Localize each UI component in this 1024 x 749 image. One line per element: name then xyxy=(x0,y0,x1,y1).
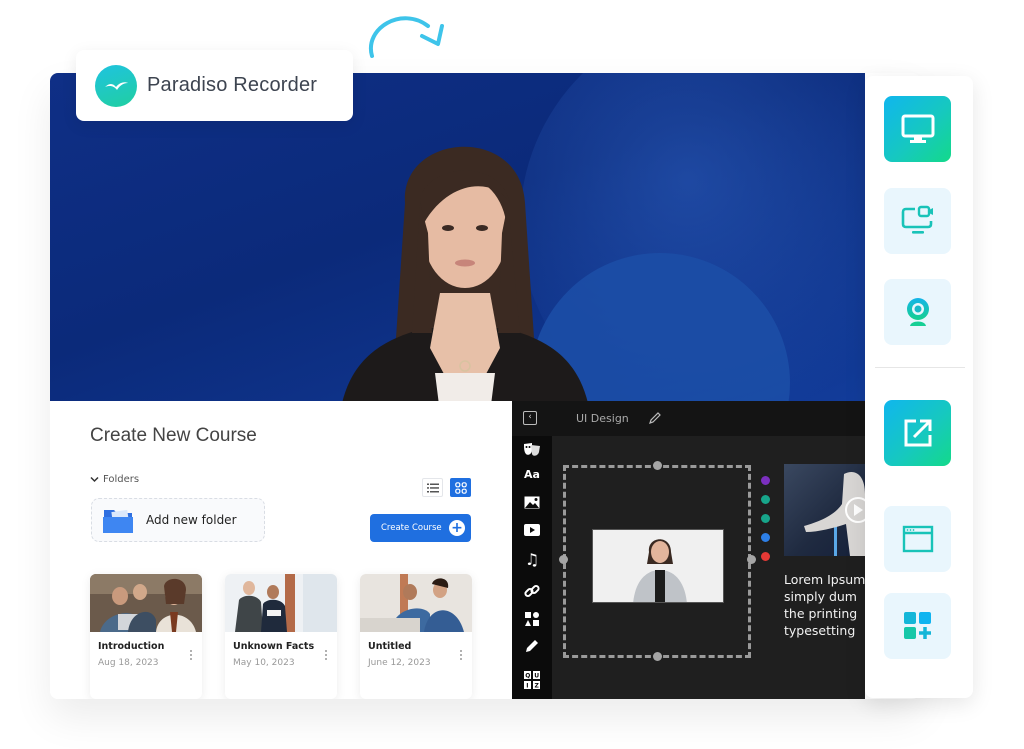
quiz-icon[interactable]: QUIZ xyxy=(521,670,543,690)
grid-icon xyxy=(454,481,467,494)
editor-toolbar: Aa ♫ QUIZ xyxy=(512,436,552,699)
app-logo-card: Paradiso Recorder xyxy=(76,50,353,121)
delete-action-icon[interactable] xyxy=(761,552,770,561)
resize-handle[interactable] xyxy=(747,555,756,564)
toolbar-divider xyxy=(875,367,965,368)
svg-text:U: U xyxy=(534,672,539,679)
text-line: typesetting xyxy=(784,623,856,638)
list-view-button[interactable] xyxy=(422,478,443,497)
folders-label: Folders xyxy=(103,474,140,485)
document-title[interactable]: UI Design xyxy=(576,412,629,425)
grid-view-button[interactable] xyxy=(450,478,471,497)
crop-action-icon[interactable] xyxy=(761,533,770,542)
align-bottom-action-icon[interactable] xyxy=(761,495,770,504)
pencil-icon[interactable] xyxy=(521,636,543,656)
back-icon[interactable]: ‹ xyxy=(523,411,537,425)
plus-icon: + xyxy=(449,520,465,536)
course-card[interactable]: Unknown Facts May 10, 2023 xyxy=(225,574,337,699)
record-webcam-button[interactable] xyxy=(884,279,951,345)
course-thumbnail xyxy=(360,574,472,632)
course-card[interactable]: Untitled June 12, 2023 xyxy=(360,574,472,699)
canvas-video-clip[interactable] xyxy=(592,529,724,603)
resize-handle[interactable] xyxy=(653,461,662,470)
list-icon xyxy=(426,483,439,492)
image-icon[interactable] xyxy=(521,492,543,512)
text-line: the printing xyxy=(784,606,858,621)
performer-image xyxy=(804,472,865,556)
curved-arrow-icon xyxy=(368,16,444,58)
course-title: Unknown Facts xyxy=(233,641,315,652)
video-editor: ‹ UI Design Aa ♫ Q U I Z Lorem Ipsum sim… xyxy=(512,401,865,699)
folders-toggle[interactable]: Folders xyxy=(90,474,139,485)
music-note-icon[interactable]: ♫ xyxy=(521,549,543,569)
browser-window-button[interactable] xyxy=(884,506,951,572)
webcam-icon xyxy=(906,298,929,326)
course-thumbnail xyxy=(225,574,337,632)
recorder-toolbar xyxy=(865,76,973,698)
text-line: Lorem Ipsum xyxy=(784,572,865,587)
text-line: simply dum xyxy=(784,589,857,604)
monitor-icon xyxy=(901,114,934,143)
align-top-action-icon[interactable] xyxy=(761,514,770,523)
presenter-video[interactable] xyxy=(50,73,865,403)
create-course-label: Create Course xyxy=(381,523,442,533)
external-link-icon xyxy=(904,419,931,447)
more-options-icon[interactable] xyxy=(458,648,464,662)
chevron-down-icon xyxy=(90,476,99,483)
more-options-icon[interactable] xyxy=(323,648,329,662)
course-title: Introduction xyxy=(98,641,165,652)
presenter-thumbnail xyxy=(593,530,723,602)
export-button[interactable] xyxy=(884,400,951,466)
panel-title: Create New Course xyxy=(90,425,257,446)
presenter-avatar xyxy=(342,146,588,403)
app-name: Paradiso Recorder xyxy=(147,74,318,96)
svg-text:Q: Q xyxy=(525,672,530,679)
add-widget-icon xyxy=(903,612,931,639)
edit-action-icon[interactable] xyxy=(761,476,770,485)
course-thumbnail xyxy=(90,574,202,632)
course-date: Aug 18, 2023 xyxy=(98,658,159,668)
shapes-icon[interactable] xyxy=(521,609,543,629)
side-video-thumbnail[interactable] xyxy=(784,464,865,556)
edit-pencil-icon[interactable] xyxy=(648,411,662,425)
course-date: June 12, 2023 xyxy=(368,658,431,668)
screen-camera-icon xyxy=(901,205,933,234)
course-date: May 10, 2023 xyxy=(233,658,295,668)
theater-masks-icon[interactable] xyxy=(521,440,543,460)
editor-header: ‹ UI Design xyxy=(512,401,865,436)
create-course-button[interactable]: Create Course + xyxy=(370,514,471,542)
record-screen-button[interactable] xyxy=(884,96,951,162)
resize-handle[interactable] xyxy=(559,555,568,564)
svg-text:Z: Z xyxy=(535,682,540,689)
add-new-folder-button[interactable]: Add new folder xyxy=(91,498,265,542)
resize-handle[interactable] xyxy=(653,652,662,661)
svg-text:I: I xyxy=(526,682,528,689)
promo-stage: Create New Course Folders Add new folder… xyxy=(0,0,1024,749)
course-title: Untitled xyxy=(368,641,412,652)
folder-icon xyxy=(103,509,133,533)
add-folder-label: Add new folder xyxy=(146,513,237,527)
seagull-logo-icon xyxy=(95,64,137,107)
more-options-icon[interactable] xyxy=(188,648,194,662)
course-card[interactable]: Introduction Aug 18, 2023 xyxy=(90,574,202,699)
video-play-icon[interactable] xyxy=(521,520,543,540)
link-icon[interactable] xyxy=(521,581,543,601)
record-screen-camera-button[interactable] xyxy=(884,188,951,254)
add-widget-button[interactable] xyxy=(884,593,951,659)
text-icon[interactable]: Aa xyxy=(521,464,543,484)
create-course-panel: Create New Course Folders Add new folder… xyxy=(50,401,512,699)
browser-window-icon xyxy=(902,525,933,553)
app-frame: Create New Course Folders Add new folder… xyxy=(50,73,920,699)
element-actions xyxy=(761,476,771,571)
side-text-block[interactable]: Lorem Ipsum simply dum the printing type… xyxy=(784,571,865,639)
